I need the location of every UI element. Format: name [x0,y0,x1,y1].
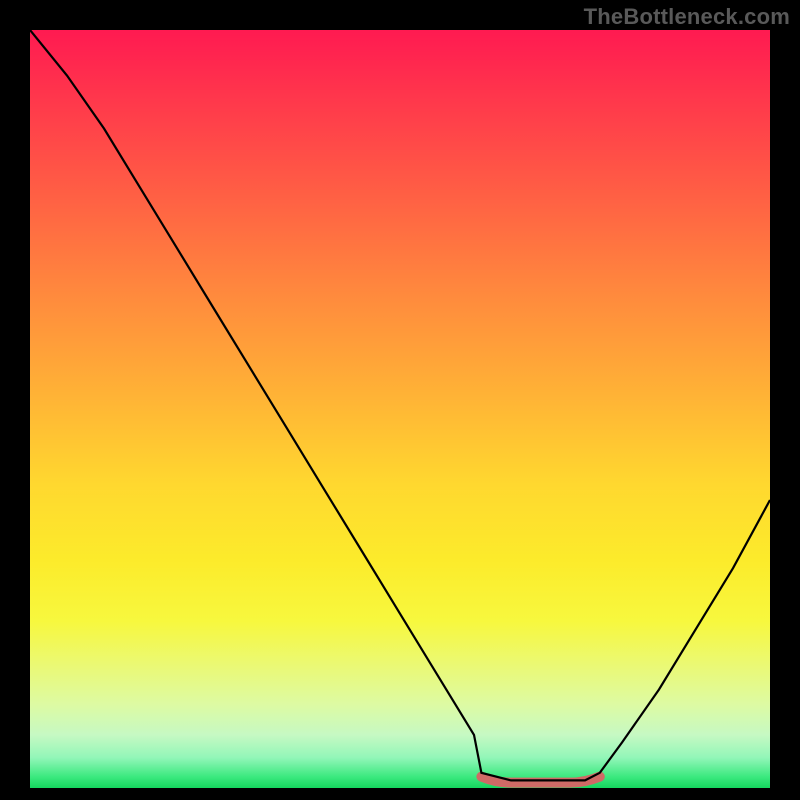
watermark-text: TheBottleneck.com [584,4,790,30]
chart-container: TheBottleneck.com [0,0,800,800]
plot-overlay [30,30,770,788]
plot-panel [30,30,770,788]
bottleneck-curve [30,30,770,780]
